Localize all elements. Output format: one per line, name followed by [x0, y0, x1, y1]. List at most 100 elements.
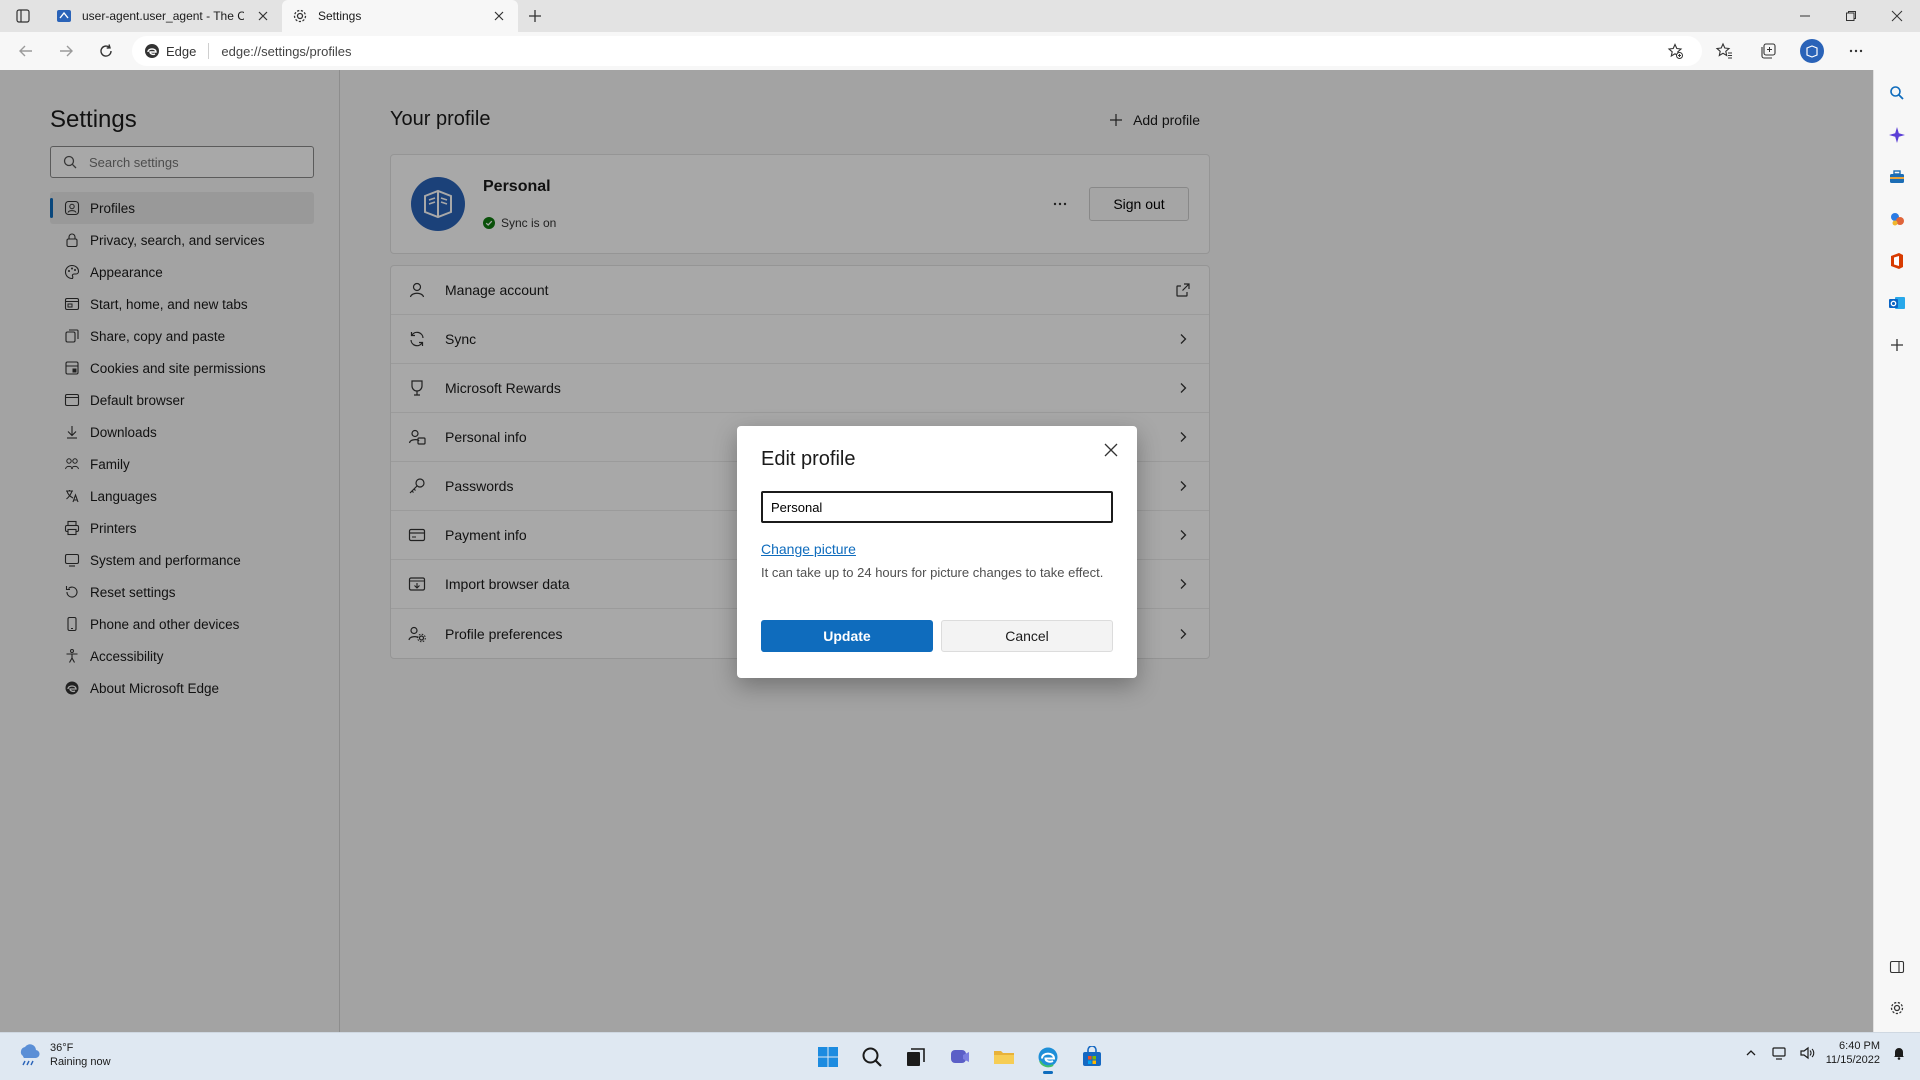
task-view-icon [907, 1048, 925, 1066]
tab-user-agent[interactable]: user-agent.user_agent - The Col [46, 0, 282, 32]
forward-button[interactable] [46, 35, 86, 67]
profile-button[interactable] [1790, 35, 1834, 67]
site-chip-label: Edge [166, 43, 197, 59]
new-tab-button[interactable] [518, 0, 552, 32]
profile-name-input[interactable] [761, 491, 1113, 523]
weather-text: 36°F Raining now [50, 1041, 111, 1069]
folder-icon [994, 1051, 1014, 1064]
close-icon [1891, 10, 1903, 22]
edge-sidebar [1873, 70, 1920, 1032]
page-favicon-icon [57, 10, 71, 22]
notification-icon[interactable] [1890, 1044, 1908, 1062]
outlook-icon [1889, 297, 1905, 309]
weather-widget[interactable]: 36°F Raining now [16, 1041, 111, 1069]
search-icon [862, 1047, 882, 1067]
favorites-icon [1715, 42, 1732, 59]
picture-note: It can take up to 24 hours for picture c… [761, 565, 1104, 580]
refresh-icon [100, 44, 112, 57]
sidebar-settings-button[interactable] [1885, 996, 1909, 1020]
update-button[interactable]: Update [761, 620, 933, 652]
office-icon [1891, 253, 1903, 269]
collections-icon [1761, 43, 1776, 59]
plus-icon [1891, 339, 1903, 351]
more-horizontal-icon [1849, 49, 1863, 53]
weather-rain-icon [20, 1044, 40, 1066]
tab-actions-button[interactable] [0, 0, 46, 32]
restore-icon [1846, 11, 1856, 21]
tab-actions-icon [16, 9, 30, 23]
tab-strip: user-agent.user_agent - The Col Settings [0, 0, 1920, 32]
volume-icon[interactable] [1798, 1044, 1816, 1062]
favorites-button[interactable] [1702, 35, 1746, 67]
chat-icon [951, 1050, 969, 1063]
chat-button[interactable] [942, 1039, 978, 1075]
taskbar-search-button[interactable] [854, 1039, 890, 1075]
search-icon [1890, 86, 1904, 100]
sidebar-tools-button[interactable] [1885, 165, 1909, 189]
tab-close-icon[interactable] [254, 7, 272, 25]
taskbar-apps [810, 1039, 1110, 1075]
url-text: edge://settings/profiles [221, 43, 352, 59]
sidebar-add-button[interactable] [1885, 333, 1909, 357]
collections-button[interactable] [1746, 35, 1790, 67]
arrow-right-icon [60, 45, 73, 57]
sidebar-games-button[interactable] [1885, 207, 1909, 231]
tab-title: Settings [318, 9, 362, 23]
sidebar-outlook-button[interactable] [1885, 291, 1909, 315]
split-screen-icon [1889, 960, 1905, 974]
taskbar: 36°F Raining now 6:40 PM 11/15/2022 [0, 1032, 1920, 1080]
add-favorite-button[interactable] [1660, 43, 1690, 59]
gear-icon [1890, 1001, 1904, 1015]
edit-profile-dialog: Edit profile Change picture It can take … [737, 426, 1137, 678]
edge-taskbar-button[interactable] [1030, 1039, 1066, 1075]
profile-book-icon [1806, 45, 1818, 58]
window-controls [1782, 0, 1920, 32]
plus-icon [529, 10, 541, 22]
arrow-left-icon [19, 45, 32, 57]
sidebar-discover-button[interactable] [1885, 123, 1909, 147]
file-explorer-button[interactable] [986, 1039, 1022, 1075]
sidebar-office-button[interactable] [1885, 249, 1909, 273]
system-tray: 6:40 PM 11/15/2022 [1742, 1039, 1908, 1067]
chevron-up-icon[interactable] [1742, 1044, 1760, 1062]
store-button[interactable] [1074, 1039, 1110, 1075]
avatar [1800, 39, 1824, 63]
toolbox-icon [1890, 170, 1904, 183]
sidebar-split-button[interactable] [1885, 955, 1909, 979]
weather-temp: 36°F [50, 1042, 74, 1054]
tab-settings[interactable]: Settings [282, 0, 518, 32]
start-button[interactable] [810, 1039, 846, 1075]
minimize-button[interactable] [1782, 0, 1828, 32]
network-icon[interactable] [1770, 1044, 1788, 1062]
browser-toolbar: Edge edge://settings/profiles [0, 32, 1920, 70]
gear-icon [293, 9, 307, 23]
change-picture-link[interactable]: Change picture [761, 541, 856, 557]
task-view-button[interactable] [898, 1039, 934, 1075]
dialog-close-button[interactable] [1097, 436, 1125, 464]
tab-close-icon[interactable] [490, 7, 508, 25]
more-menu-button[interactable] [1834, 35, 1878, 67]
tab-title: user-agent.user_agent - The Col [82, 9, 244, 23]
windows-logo-icon [818, 1047, 838, 1067]
dialog-buttons: Update Cancel [761, 620, 1113, 652]
close-icon [1104, 443, 1118, 457]
dialog-title: Edit profile [761, 448, 856, 470]
edge-logo-icon [1038, 1047, 1058, 1068]
site-info-chip[interactable]: Edge [144, 43, 210, 59]
weather-desc: Raining now [50, 1056, 111, 1068]
star-add-icon [1667, 43, 1683, 59]
sparkle-icon [1889, 127, 1905, 143]
clock-date: 11/15/2022 [1825, 1054, 1880, 1066]
address-bar[interactable]: Edge edge://settings/profiles [132, 36, 1702, 66]
store-icon [1083, 1046, 1101, 1066]
taskbar-clock[interactable]: 6:40 PM 11/15/2022 [1826, 1039, 1880, 1067]
cancel-button[interactable]: Cancel [941, 620, 1113, 652]
sidebar-search-button[interactable] [1885, 81, 1909, 105]
refresh-button[interactable] [86, 35, 126, 67]
games-icon [1891, 213, 1904, 226]
back-button[interactable] [6, 35, 46, 67]
clock-time: 6:40 PM [1839, 1040, 1880, 1052]
restore-button[interactable] [1828, 0, 1874, 32]
minimize-icon [1800, 15, 1810, 17]
close-window-button[interactable] [1874, 0, 1920, 32]
